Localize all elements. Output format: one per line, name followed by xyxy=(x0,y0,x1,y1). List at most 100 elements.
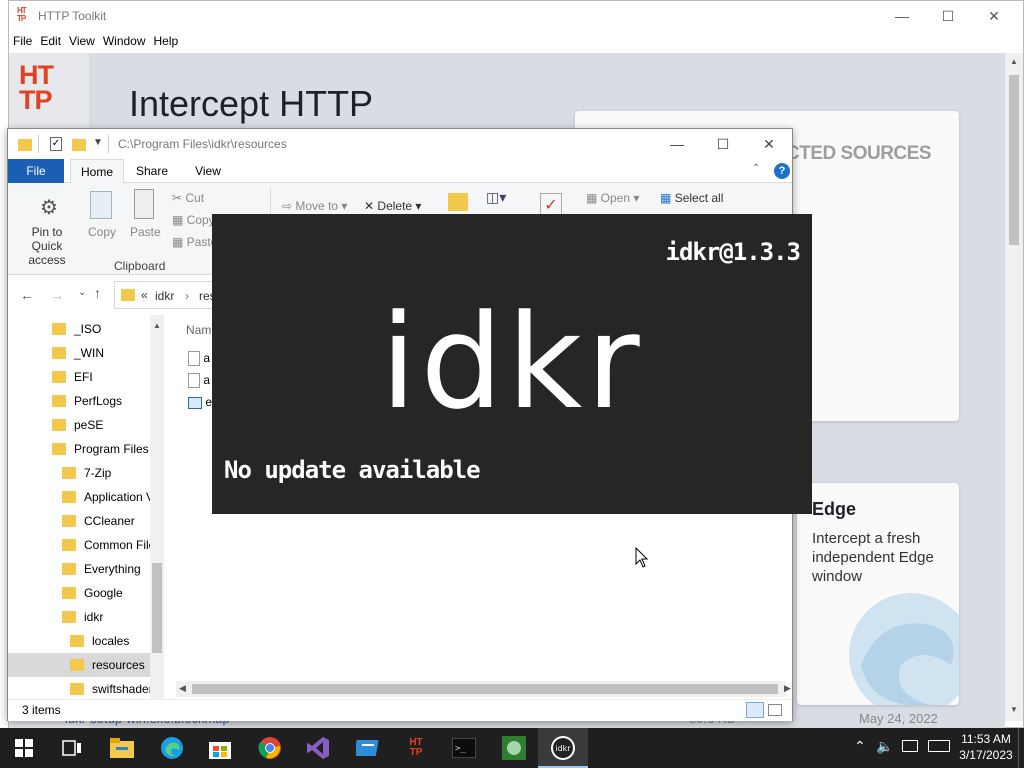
new-item-icon[interactable]: ◫▾ xyxy=(486,189,506,206)
maximize-button[interactable]: ☐ xyxy=(925,1,971,31)
clock-time: 11:53 AM xyxy=(961,732,1011,746)
file-item[interactable]: e xyxy=(188,395,212,409)
httptoolkit-titlebar[interactable]: HT TP HTTP Toolkit — ☐ ✕ xyxy=(9,1,1023,31)
nav-item[interactable]: resources xyxy=(8,653,150,677)
httptoolkit-scrollbar[interactable]: ▲ ▼ xyxy=(1005,53,1023,721)
copy-path-button[interactable]: ▦ Copy xyxy=(172,213,215,227)
address-bar[interactable]: « idkr › res xyxy=(114,281,224,309)
volume-icon[interactable]: 🔈 xyxy=(876,738,893,755)
scroll-up-icon[interactable]: ▲ xyxy=(1010,57,1018,66)
clock[interactable]: 11:53 AM 3/17/2023 xyxy=(956,731,1016,763)
chrome-icon[interactable] xyxy=(246,728,294,768)
nav-item[interactable]: peSE xyxy=(8,413,150,437)
file-item[interactable]: a xyxy=(188,373,210,389)
new-folder-icon[interactable] xyxy=(72,139,86,151)
edge-icon[interactable] xyxy=(148,728,196,768)
show-desktop-button[interactable] xyxy=(1018,728,1024,768)
forward-button[interactable]: → xyxy=(50,287,64,303)
qat-dropdown-icon[interactable]: ▼ xyxy=(93,137,103,148)
nav-item[interactable]: Everything xyxy=(8,557,150,581)
nav-item[interactable]: Google xyxy=(8,581,150,605)
nav-item[interactable]: _ISO xyxy=(8,317,150,341)
scroll-left-icon[interactable]: ◀ xyxy=(179,683,186,694)
navigation-pane: _ISO _WIN EFI PerfLogs peSE Program Files 7-Zi… xyxy=(8,315,164,699)
delete-button[interactable]: ✕ Delete ▾ xyxy=(364,199,421,213)
network-icon[interactable] xyxy=(902,740,918,752)
open-button[interactable]: ▦ Open ▾ xyxy=(586,191,639,205)
idkr-icon[interactable]: idkr xyxy=(538,728,588,768)
horizontal-scrollbar[interactable]: ◀ ▶ xyxy=(176,681,791,697)
nav-item[interactable]: locales xyxy=(8,629,150,653)
show-hidden-icons-icon[interactable]: ⌃ xyxy=(854,738,866,755)
nav-scrollbar-thumb[interactable] xyxy=(152,563,162,653)
recent-locations-icon[interactable]: ⌄ xyxy=(78,287,86,298)
large-icons-view-icon[interactable] xyxy=(768,704,782,716)
back-button[interactable]: ← xyxy=(20,287,34,303)
menu-file[interactable]: File xyxy=(9,31,36,48)
app-icon[interactable] xyxy=(490,728,538,768)
nav-item[interactable]: _WIN xyxy=(8,341,150,365)
help-icon[interactable]: ? xyxy=(774,163,790,179)
start-icon[interactable] xyxy=(0,728,48,768)
httptoolkit-logo[interactable]: HT TP xyxy=(19,62,54,114)
idkr-splash: idkr@1.3.3 idkr No update available xyxy=(212,214,812,514)
edge-intercept-card[interactable]: Edge Intercept a fresh independent Edge … xyxy=(797,483,959,705)
menu-edit[interactable]: Edit xyxy=(36,31,65,48)
nav-item[interactable]: Application V xyxy=(8,485,150,509)
nav-item[interactable]: Program Files xyxy=(8,437,150,461)
terminal-icon[interactable]: >_ xyxy=(440,728,488,768)
pin-to-quick-access-button[interactable]: Pin to Quick access xyxy=(16,225,78,267)
nav-item[interactable]: idkr xyxy=(8,605,150,629)
nav-item[interactable]: CCleaner xyxy=(8,509,150,533)
tab-file[interactable]: File xyxy=(8,159,64,183)
cut-button[interactable]: ✂ Cut xyxy=(172,191,204,205)
paste-shortcut-button[interactable]: ▦ Paste xyxy=(172,235,217,249)
address-segment-idkr[interactable]: idkr xyxy=(155,289,174,303)
explorer-maximize-button[interactable]: ☐ xyxy=(700,129,746,159)
new-folder-big-icon[interactable] xyxy=(448,193,468,211)
select-all-button[interactable]: ▦ Select all xyxy=(660,191,723,205)
copy-button[interactable]: Copy xyxy=(88,225,116,239)
menu-view[interactable]: View xyxy=(65,31,99,48)
ribbon-collapse-icon[interactable]: ⌃ xyxy=(752,163,760,174)
move-to-button[interactable]: ⇨ Move to ▾ xyxy=(282,199,347,213)
nav-item[interactable]: PerfLogs xyxy=(8,389,150,413)
nav-item[interactable]: Common File xyxy=(8,533,150,557)
explorer-close-button[interactable]: ✕ xyxy=(746,129,792,159)
file-item[interactable]: a xyxy=(188,351,210,367)
paste-button[interactable]: Paste xyxy=(130,225,161,239)
column-header-name[interactable]: Nam xyxy=(186,323,211,337)
folder-app-icon[interactable] xyxy=(344,728,392,768)
explorer-titlebar[interactable]: ✓ ▼ C:\Program Files\idkr\resources — ☐ … xyxy=(8,129,792,159)
menu-window[interactable]: Window xyxy=(99,31,150,48)
minimize-button[interactable]: — xyxy=(879,1,925,31)
nav-scroll-up-icon[interactable]: ▲ xyxy=(153,321,161,330)
nav-item-label: _WIN xyxy=(74,346,104,360)
keyboard-icon[interactable] xyxy=(928,740,950,752)
folder-icon xyxy=(70,634,84,647)
properties-icon[interactable]: ✓ xyxy=(50,137,62,151)
nav-item[interactable]: EFI xyxy=(8,365,150,389)
details-view-icon[interactable] xyxy=(746,702,764,718)
scroll-right-icon[interactable]: ▶ xyxy=(784,683,791,694)
up-button[interactable]: ↑ xyxy=(94,285,101,301)
nav-scrollbar[interactable]: ▲ xyxy=(150,315,164,699)
menu-help[interactable]: Help xyxy=(150,31,183,48)
folder-icon xyxy=(70,658,84,671)
address-overflow[interactable]: « xyxy=(141,288,148,302)
file-explorer-icon[interactable] xyxy=(98,728,146,768)
scroll-down-icon[interactable]: ▼ xyxy=(1010,705,1018,714)
tab-view[interactable]: View xyxy=(184,159,232,183)
httptoolkit-icon[interactable]: HT TP xyxy=(392,728,440,768)
nav-item[interactable]: 7-Zip xyxy=(8,461,150,485)
visual-studio-icon[interactable] xyxy=(294,728,342,768)
nav-item[interactable]: swiftshader xyxy=(8,677,150,701)
explorer-minimize-button[interactable]: — xyxy=(654,129,700,159)
tab-share[interactable]: Share xyxy=(128,159,176,183)
horizontal-scrollbar-thumb[interactable] xyxy=(192,684,778,694)
task-view-icon[interactable] xyxy=(48,728,96,768)
scrollbar-thumb[interactable] xyxy=(1009,75,1019,245)
store-icon[interactable] xyxy=(196,728,244,768)
close-button[interactable]: ✕ xyxy=(971,1,1017,31)
tab-home[interactable]: Home xyxy=(70,159,124,183)
